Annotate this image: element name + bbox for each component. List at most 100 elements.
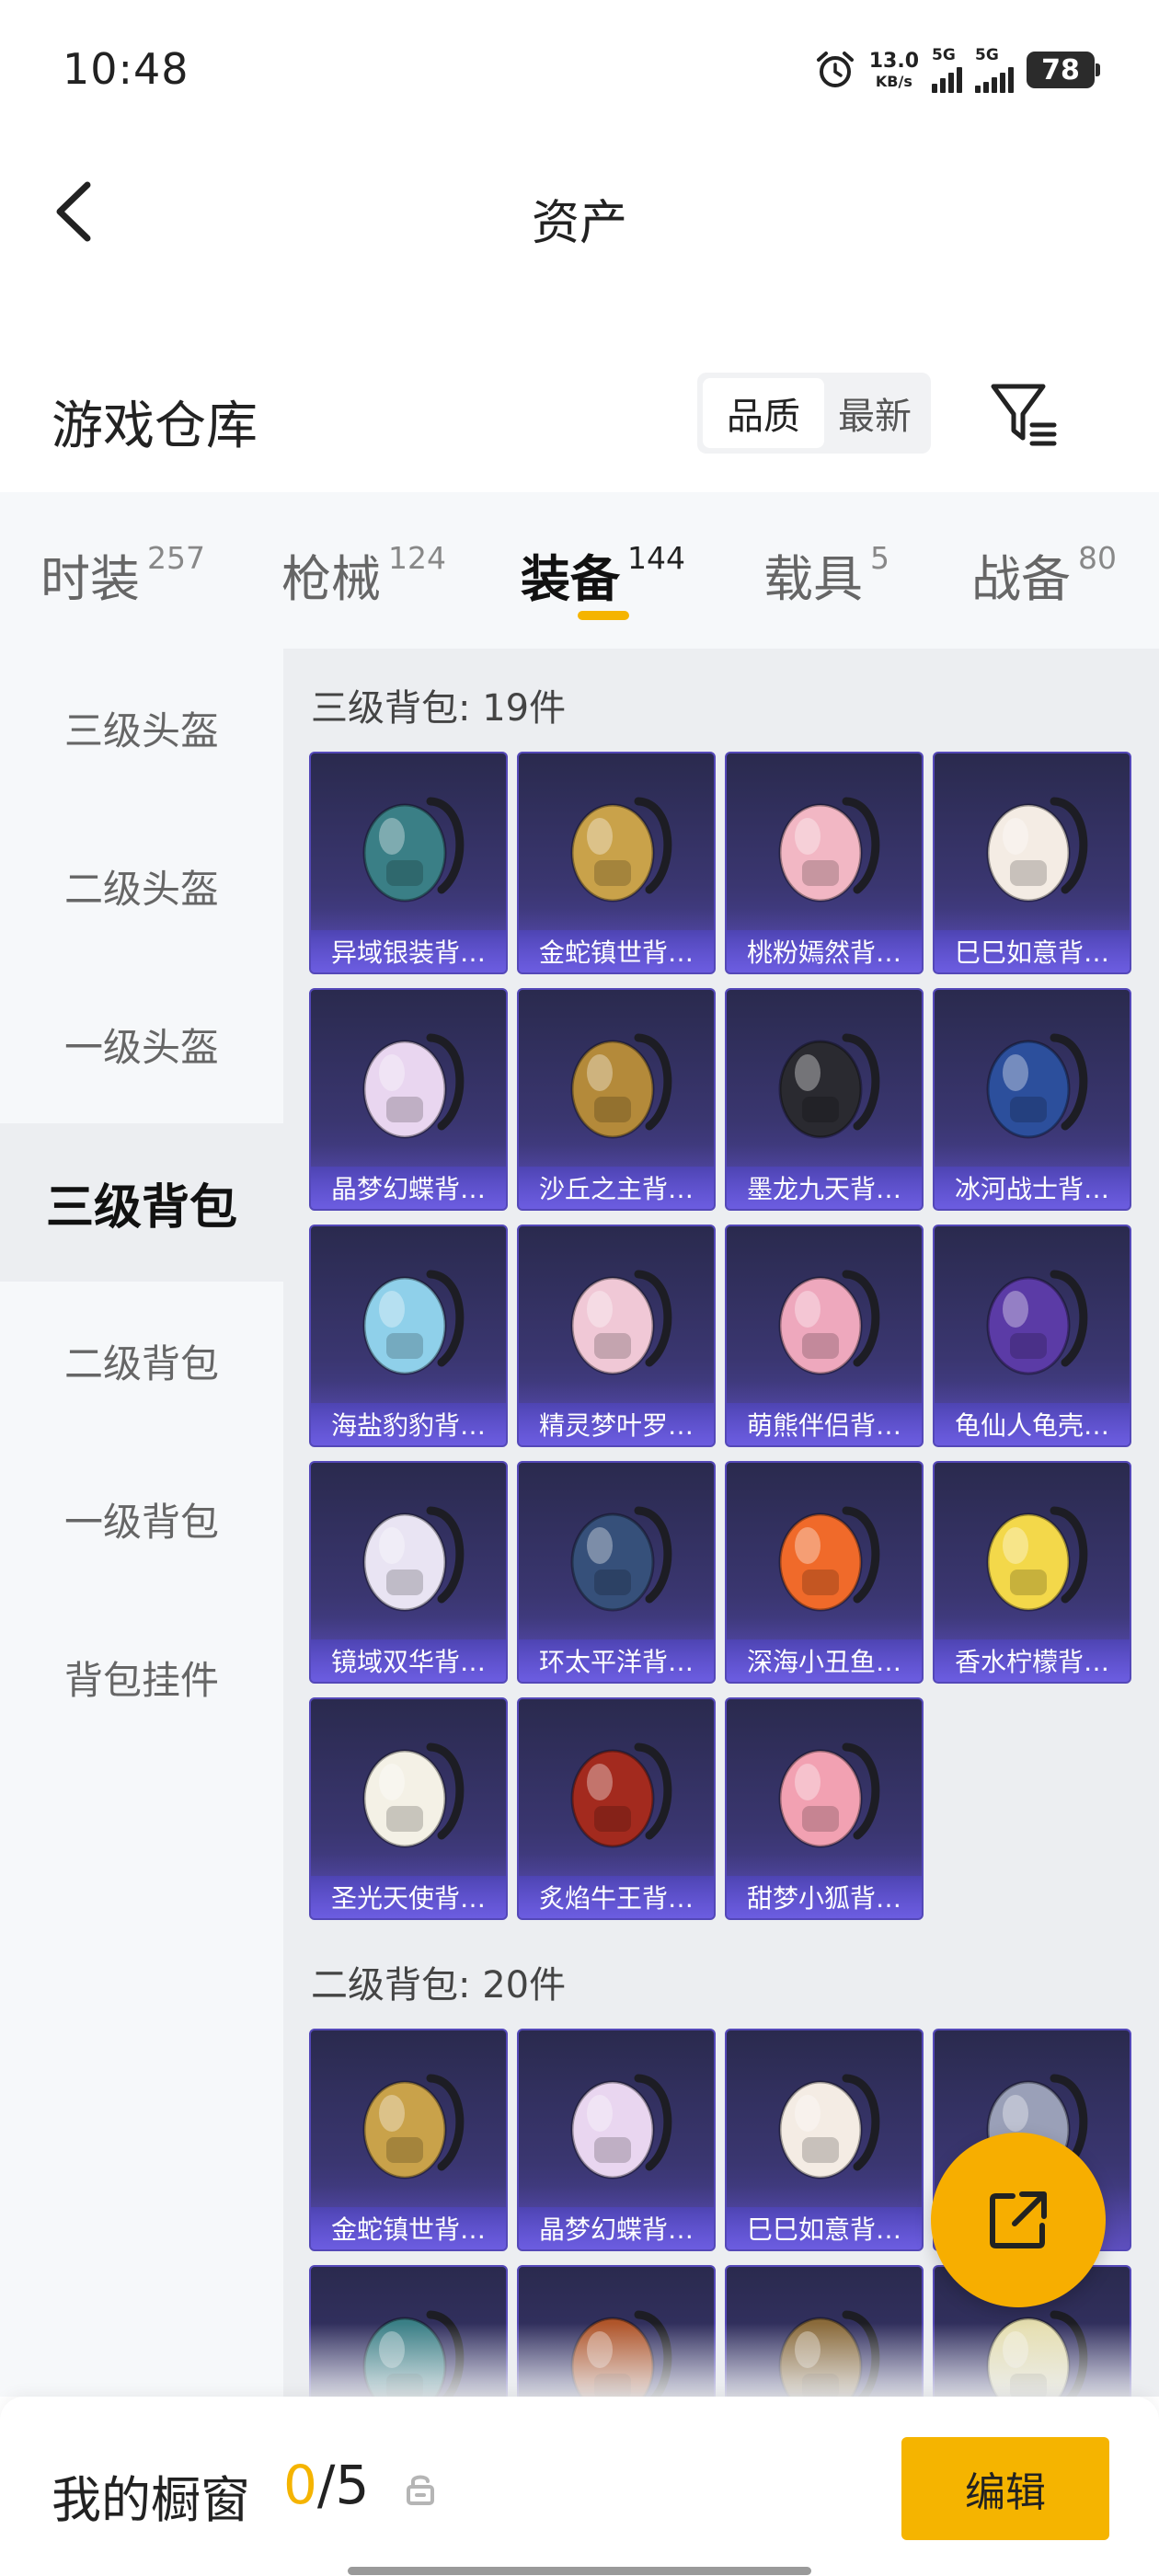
item-card[interactable]: 异域银装背… xyxy=(309,752,508,974)
share-button[interactable] xyxy=(931,2133,1106,2307)
section-title: 二级背包: 20件 xyxy=(311,1964,567,2007)
home-indicator[interactable] xyxy=(348,2567,811,2575)
sim2-type: 5G xyxy=(975,45,999,64)
sort-option-latest[interactable]: 最新 xyxy=(824,378,925,448)
item-card[interactable]: 金蛇镇世背… xyxy=(309,2029,508,2251)
item-card[interactable]: 晶梦幻蝶背… xyxy=(309,988,508,1211)
item-card[interactable]: 金蛇镇世背… xyxy=(517,752,716,974)
item-card[interactable]: 冰河战士背… xyxy=(933,988,1131,1211)
backpack-icon xyxy=(778,1506,880,1612)
backpack-icon xyxy=(362,2074,465,2179)
item-card[interactable]: 深海小丑鱼… xyxy=(725,1461,924,1684)
item-card[interactable]: 环太平洋背… xyxy=(517,1461,716,1684)
tab-count: 5 xyxy=(870,540,889,576)
tab-fashion[interactable]: 时装 257 xyxy=(40,538,205,611)
showcase-total: 5 xyxy=(335,2454,370,2516)
filter-icon xyxy=(991,384,1057,446)
item-name: 巳巳如意背… xyxy=(935,930,1130,972)
showcase-separator: / xyxy=(316,2454,336,2516)
item-name: 金蛇镇世背… xyxy=(311,2207,506,2249)
item-card[interactable]: 桃粉嫣然背… xyxy=(725,752,924,974)
sort-option-quality[interactable]: 品质 xyxy=(703,378,824,448)
sidebar-item-helmet-2[interactable]: 二级头盔 xyxy=(0,807,283,965)
backpack-icon xyxy=(778,1033,880,1139)
sidebar-item-backpack-3[interactable]: 三级背包 xyxy=(0,1123,283,1282)
item-card[interactable]: 炙焰牛王背… xyxy=(517,1697,716,1920)
item-card[interactable]: 萌熊伴侣背… xyxy=(725,1225,924,1447)
tab-equipment[interactable]: 装备 144 xyxy=(521,538,685,611)
item-card[interactable]: 沙丘之主背… xyxy=(517,988,716,1211)
item-name: 香水柠檬背… xyxy=(935,1639,1130,1682)
item-card[interactable]: 晶梦幻蝶背… xyxy=(517,2029,716,2251)
filter-button[interactable] xyxy=(988,379,1061,453)
tab-label: 战备 xyxy=(971,550,1071,608)
backpack-icon xyxy=(778,797,880,903)
battery-icon: 78 xyxy=(1027,52,1100,88)
page-title: 资产 xyxy=(531,196,627,251)
tab-count: 144 xyxy=(627,540,685,576)
item-name: 龟仙人龟壳… xyxy=(935,1403,1130,1445)
tab-label: 时装 xyxy=(40,550,140,608)
edit-button[interactable]: 编辑 xyxy=(901,2437,1109,2540)
item-card[interactable]: 龟仙人龟壳… xyxy=(933,1225,1131,1447)
section-title: 三级背包: 19件 xyxy=(311,687,567,730)
showcase-count: 0/5 xyxy=(283,2454,369,2516)
backpack-icon xyxy=(362,797,465,903)
tab-supplies[interactable]: 战备 80 xyxy=(971,538,1117,611)
backpack-icon xyxy=(986,797,1088,903)
sidebar-item-helmet-1[interactable]: 一级头盔 xyxy=(0,965,283,1123)
showcase-current: 0 xyxy=(283,2454,317,2516)
backpack-icon xyxy=(986,1506,1088,1612)
item-card[interactable]: 圣光天使背… xyxy=(309,1697,508,1920)
item-card[interactable]: 精灵梦叶罗… xyxy=(517,1225,716,1447)
category-sidebar: 三级头盔 二级头盔 一级头盔 三级背包 二级背包 一级背包 背包挂件 xyxy=(0,649,283,2397)
backpack-icon xyxy=(778,2074,880,2179)
item-name: 炙焰牛王背… xyxy=(519,1876,714,1918)
network-speed: 13.0 KB/s xyxy=(869,51,919,89)
backpack-icon xyxy=(362,1270,465,1375)
item-card[interactable]: 镜域双华背… xyxy=(309,1461,508,1684)
item-name: 金蛇镇世背… xyxy=(519,930,714,972)
item-card[interactable]: 甜梦小狐背… xyxy=(725,1697,924,1920)
item-name: 异域银装背… xyxy=(311,930,506,972)
backpack-icon xyxy=(362,1742,465,1848)
battery-level: 78 xyxy=(1041,53,1080,86)
item-name: 巳巳如意背… xyxy=(727,2207,922,2249)
tab-firearms[interactable]: 枪械 124 xyxy=(281,538,446,611)
sidebar-item-backpack-1[interactable]: 一级背包 xyxy=(0,1440,283,1598)
sidebar-item-backpack-charm[interactable]: 背包挂件 xyxy=(0,1598,283,1756)
tab-count: 257 xyxy=(147,540,205,576)
item-name: 萌熊伴侣背… xyxy=(727,1403,922,1445)
sidebar-item-helmet-3[interactable]: 三级头盔 xyxy=(0,649,283,807)
tab-vehicles[interactable]: 载具 5 xyxy=(763,538,889,611)
backpack-icon xyxy=(778,1270,880,1375)
item-card[interactable]: 巳巳如意背… xyxy=(725,2029,924,2251)
item-name: 深海小丑鱼… xyxy=(727,1639,922,1682)
sidebar-item-backpack-2[interactable]: 二级背包 xyxy=(0,1282,283,1440)
item-name: 晶梦幻蝶背… xyxy=(519,2207,714,2249)
category-tabs: 时装 257 枪械 124 装备 144 载具 5 战备 80 xyxy=(0,492,1159,649)
item-name: 晶梦幻蝶背… xyxy=(311,1167,506,1209)
backpack-icon xyxy=(362,1033,465,1139)
item-card[interactable]: 墨龙九天背… xyxy=(725,988,924,1211)
status-icons: 13.0 KB/s 5G 5G 78 xyxy=(814,44,1100,96)
item-name: 冰河战士背… xyxy=(935,1167,1130,1209)
signal-icon: 5G xyxy=(975,45,1014,93)
lock-icon xyxy=(407,2475,434,2505)
item-name: 墨龙九天背… xyxy=(727,1167,922,1209)
backpack-icon xyxy=(986,1270,1088,1375)
item-name: 环太平洋背… xyxy=(519,1639,714,1682)
tab-count: 124 xyxy=(388,540,446,576)
item-card[interactable]: 巳巳如意背… xyxy=(933,752,1131,974)
item-card[interactable]: 海盐豹豹背… xyxy=(309,1225,508,1447)
bottom-bar: 我的橱窗 0/5 编辑 xyxy=(0,2397,1159,2576)
sim1-type: 5G xyxy=(932,45,956,64)
item-name: 圣光天使背… xyxy=(311,1876,506,1918)
sort-toggle: 品质 最新 xyxy=(697,373,931,454)
status-time: 10:48 xyxy=(63,44,189,94)
backpack-icon xyxy=(570,2074,672,2179)
item-name: 沙丘之主背… xyxy=(519,1167,714,1209)
signal-icon: 5G xyxy=(932,45,962,93)
tab-count: 80 xyxy=(1078,540,1117,576)
item-card[interactable]: 香水柠檬背… xyxy=(933,1461,1131,1684)
